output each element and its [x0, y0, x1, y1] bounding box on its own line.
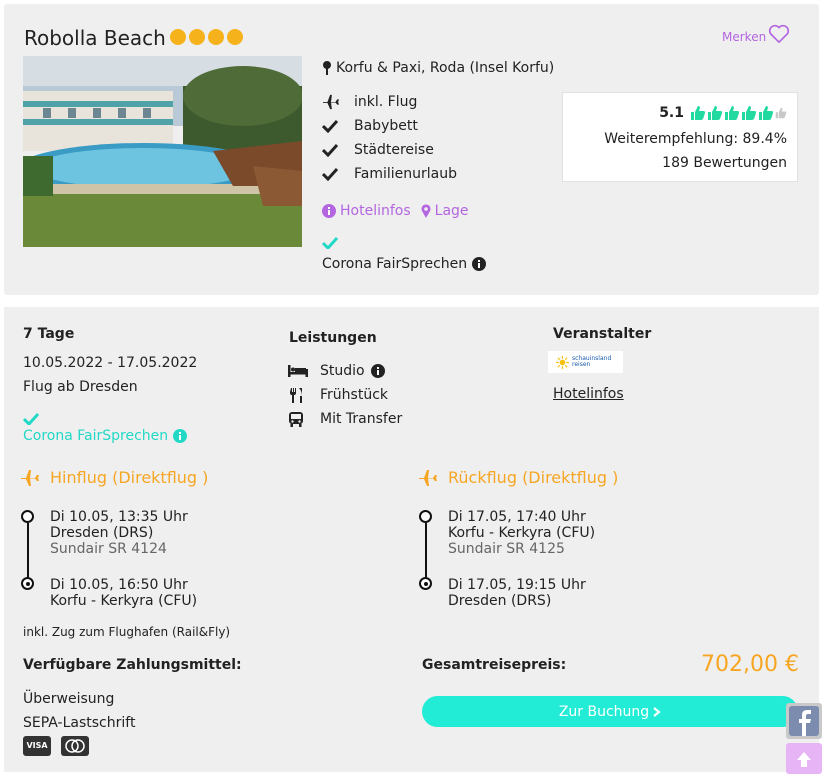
return-timeline	[425, 523, 427, 583]
service-transfer: Mit Transfer	[288, 411, 402, 427]
cutlery-icon	[290, 387, 302, 403]
return-arr-airport: Dresden (DRS)	[448, 593, 552, 609]
return-arrival-dot	[419, 577, 432, 590]
arrow-up-icon	[797, 752, 811, 767]
total-price: 702,00 €	[701, 652, 799, 677]
booking-button[interactable]: Zur Buchung	[422, 696, 798, 727]
payment-method-sepa: SEPA-Lastschrift	[23, 715, 136, 731]
hotel-name[interactable]: Robolla Beach	[24, 26, 166, 50]
feature-staedtereise: Städtereise	[322, 142, 434, 158]
plane-icon	[21, 469, 39, 486]
return-title: Rückflug (Direktflug )	[418, 468, 618, 487]
operator-hotelinfos-link[interactable]: Hotelinfos	[553, 386, 624, 402]
thumb-up-icon	[759, 106, 773, 120]
feature-flight: inkl. Flug	[322, 94, 417, 110]
heart-icon[interactable]	[768, 24, 790, 44]
info-icon[interactable]	[370, 364, 385, 378]
travel-dates: 10.05.2022 - 17.05.2022	[23, 355, 198, 371]
map-pin-icon	[323, 61, 331, 75]
outbound-arrival-dot	[21, 577, 34, 590]
outbound-flight-number: Sundair SR 4124	[50, 541, 167, 557]
star-icon	[227, 29, 243, 45]
offer-card: 7 Tage 10.05.2022 - 17.05.2022 Flug ab D…	[4, 307, 819, 772]
mastercard-icon	[61, 736, 89, 756]
check-icon	[322, 167, 338, 181]
scroll-to-top-button[interactable]	[786, 743, 822, 774]
facebook-icon	[789, 706, 819, 736]
departure-city: Flug ab Dresden	[23, 379, 138, 395]
sun-icon	[556, 355, 569, 369]
offer-corona-fairsprechen[interactable]: Corona FairSprechen	[23, 428, 188, 444]
duration: 7 Tage	[23, 326, 75, 342]
corona-check-icon	[322, 237, 338, 249]
hotel-photo[interactable]	[23, 56, 302, 247]
info-icon[interactable]	[173, 429, 188, 443]
map-marker-icon	[421, 204, 431, 218]
outbound-title: Hinflug (Direktflug )	[20, 468, 208, 487]
facebook-share-button[interactable]	[786, 703, 822, 739]
operator-logo: schauinsland reisen	[548, 351, 623, 373]
rating-score-row: 5.1	[659, 105, 787, 121]
info-icon	[322, 204, 336, 218]
thumb-up-icon	[725, 106, 739, 120]
corona-fairsprechen[interactable]: Corona FairSprechen	[322, 256, 487, 272]
outbound-dep-airport: Dresden (DRS)	[50, 525, 154, 541]
service-studio: Studio	[288, 363, 385, 379]
recommendation-rate: Weiterempfehlung: 89.4%	[604, 131, 787, 147]
thumb-up-icon	[708, 106, 722, 120]
bed-icon	[288, 365, 308, 377]
visa-icon: VISA	[23, 736, 51, 756]
total-price-label: Gesamtreisepreis:	[422, 657, 567, 673]
outbound-departure-dot	[21, 510, 34, 523]
feature-babybett: Babybett	[322, 118, 418, 134]
hotel-location: Korfu & Paxi, Roda (Insel Korfu)	[322, 60, 554, 76]
outbound-timeline	[27, 523, 29, 583]
hotel-card: Robolla Beach Merken Korfu & Paxi, Roda …	[4, 4, 819, 295]
hotelinfos-link[interactable]: Hotelinfos	[322, 203, 411, 219]
location-text: Korfu & Paxi, Roda (Insel Korfu)	[336, 60, 555, 76]
operator-heading: Veranstalter	[553, 326, 652, 342]
payment-cards: VISA	[23, 736, 89, 756]
star-icon	[189, 29, 205, 45]
bus-icon	[289, 412, 303, 427]
review-count[interactable]: 189 Bewertungen	[662, 155, 787, 171]
return-departure-dot	[419, 510, 432, 523]
service-fruehstueck: Frühstück	[288, 387, 388, 403]
return-arr-time: Di 17.05, 19:15 Uhr	[448, 577, 586, 593]
rail-fly-note: inkl. Zug zum Flughafen (Rail&Fly)	[23, 625, 231, 639]
return-dep-time: Di 17.05, 17:40 Uhr	[448, 509, 586, 525]
star-icon	[208, 29, 224, 45]
outbound-arr-airport: Korfu - Kerkyra (CFU)	[50, 593, 198, 609]
services-heading: Leistungen	[289, 330, 377, 346]
chevron-right-icon	[653, 706, 661, 717]
plane-icon	[323, 94, 339, 110]
outbound-arr-time: Di 10.05, 16:50 Uhr	[50, 577, 188, 593]
plane-icon	[419, 469, 437, 486]
return-flight-number: Sundair SR 4125	[448, 541, 565, 557]
payment-heading: Verfügbare Zahlungsmittel:	[23, 657, 242, 673]
check-icon	[322, 143, 338, 157]
return-dep-airport: Korfu - Kerkyra (CFU)	[448, 525, 596, 541]
info-icon[interactable]	[472, 257, 487, 271]
payment-method-transfer: Überweisung	[23, 691, 115, 707]
rating-score: 5.1	[659, 105, 684, 121]
thumbs-rating	[690, 105, 787, 121]
outbound-dep-time: Di 10.05, 13:35 Uhr	[50, 509, 188, 525]
check-icon	[322, 119, 338, 133]
hotel-star-rating	[170, 29, 243, 45]
lage-link[interactable]: Lage	[421, 203, 469, 219]
thumb-up-icon	[742, 106, 756, 120]
thumb-up-icon	[691, 106, 705, 120]
hotel-links: Hotelinfos Lage	[322, 203, 469, 219]
merken-link[interactable]: Merken	[722, 30, 766, 44]
feature-familienurlaub: Familienurlaub	[322, 166, 457, 182]
thumb-up-empty-icon	[775, 107, 787, 119]
star-icon	[170, 29, 186, 45]
corona-check-icon	[23, 413, 39, 425]
rating-box[interactable]: 5.1 Weiterempfehlung: 89.4% 189 Bewertun…	[562, 92, 798, 182]
